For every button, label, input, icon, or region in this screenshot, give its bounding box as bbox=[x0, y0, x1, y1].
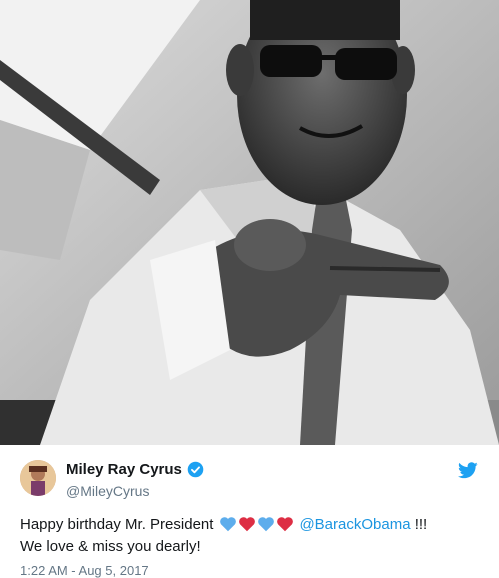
heart-emojis bbox=[219, 516, 295, 532]
tweet-photo[interactable] bbox=[0, 0, 499, 445]
mention-link[interactable]: @BarackObama bbox=[299, 516, 410, 533]
display-name[interactable]: Miley Ray Cyrus bbox=[66, 461, 182, 478]
tweet-text: Happy birthday Mr. President @BarackObam… bbox=[20, 514, 490, 558]
blue-heart-icon bbox=[219, 516, 237, 532]
user-handle[interactable]: @MileyCyrus bbox=[66, 483, 149, 499]
tweet-text-part1: Happy birthday Mr. President bbox=[20, 516, 214, 533]
tweet-timestamp[interactable]: 1:22 AM - Aug 5, 2017 bbox=[20, 563, 149, 578]
red-heart-icon bbox=[276, 516, 294, 532]
avatar[interactable] bbox=[20, 460, 56, 496]
blue-heart-icon bbox=[257, 516, 275, 532]
tweet-text-part2: !!! bbox=[410, 516, 428, 533]
red-heart-icon bbox=[238, 516, 256, 532]
twitter-bird-icon[interactable] bbox=[458, 462, 478, 484]
verified-badge-icon bbox=[187, 461, 204, 478]
tweet-text-line2: We love & miss you dearly! bbox=[20, 538, 201, 555]
